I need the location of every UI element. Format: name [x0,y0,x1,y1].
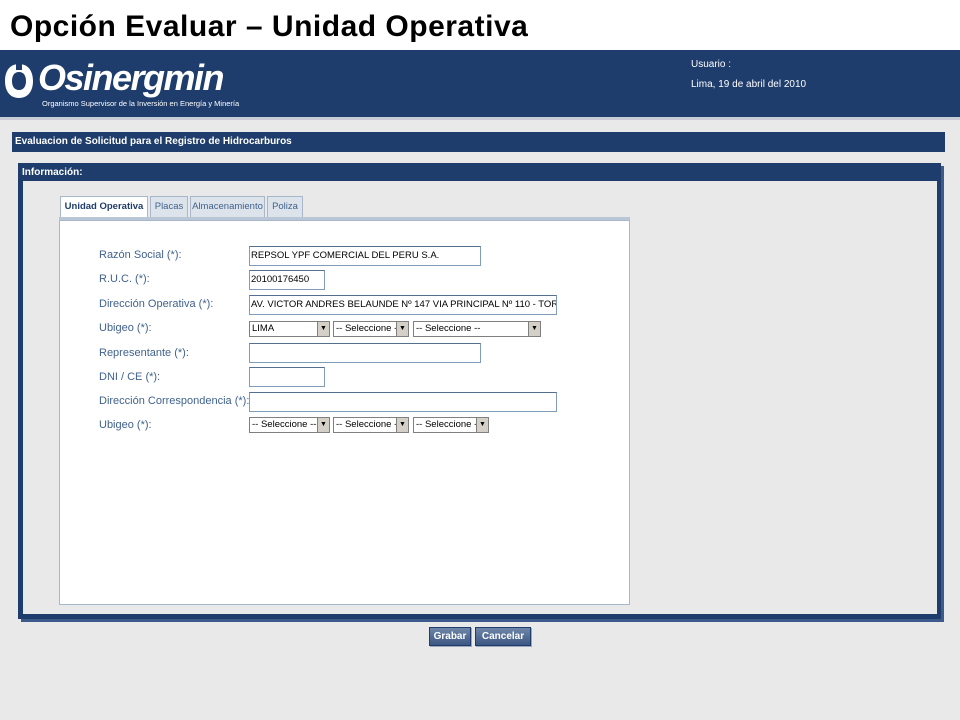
razon-social-label: Razón Social (*): [99,249,182,261]
select-value: -- Seleccione -- [336,323,401,334]
chevron-down-icon[interactable]: ▼ [528,322,540,336]
osinergmin-logo[interactable]: Osinergmin Organismo Supervisor de la In… [2,58,242,112]
logo-mark-icon [5,60,33,98]
representante-input[interactable] [249,343,481,363]
current-date: Lima, 19 de abril del 2010 [691,79,807,90]
ubigeo-2-distrito-select[interactable]: -- Seleccione -- ▼ [413,417,489,433]
chevron-down-icon[interactable]: ▼ [317,322,329,336]
logo-wordmark: Osinergmin [38,57,225,98]
ubigeo-label: Ubigeo (*): [99,322,152,334]
chevron-down-icon[interactable]: ▼ [317,418,329,432]
ubigeo-departamento-select[interactable]: LIMA ▼ [249,321,330,337]
select-value: -- Seleccione -- [416,323,481,334]
select-value: LIMA [252,323,275,334]
panel-title: Información: [22,167,83,178]
panel-body: Unidad Operativa Placas Almacenamiento P… [23,181,937,614]
tab-poliza[interactable]: Poliza [267,196,303,218]
ruc-input[interactable]: 20100176450 [249,270,325,290]
tab-unidad-operativa[interactable]: Unidad Operativa [60,196,148,219]
site-header: Osinergmin Organismo Supervisor de la In… [0,50,960,120]
tab-almacenamiento[interactable]: Almacenamiento [190,196,265,218]
dni-label: DNI / CE (*): [99,371,161,383]
representante-label: Representante (*): [99,347,189,359]
ruc-label: R.U.C. (*): [99,273,150,285]
dni-input[interactable] [249,367,325,387]
razon-social-input[interactable]: REPSOL YPF COMERCIAL DEL PERU S.A. [249,246,481,266]
chevron-down-icon[interactable]: ▼ [476,418,488,432]
select-value: -- Seleccione -- [416,419,481,430]
save-button[interactable]: Grabar [429,627,471,646]
direccion-correspondencia-label: Dirección Correspondencia (*): [99,395,250,407]
ubigeo-provincia-select[interactable]: -- Seleccione -- ▼ [333,321,409,337]
direccion-operativa-label: Dirección Operativa (*): [99,298,214,310]
user-info: Usuario : Lima, 19 de abril del 2010 [691,55,806,95]
unidad-operativa-form: Razón Social (*): REPSOL YPF COMERCIAL D… [59,220,630,605]
information-panel: Información: Unidad Operativa Placas Alm… [18,163,941,619]
select-value: -- Seleccione -- [336,419,401,430]
ubigeo-distrito-select[interactable]: -- Seleccione -- ▼ [413,321,541,337]
ubigeo-2-departamento-select[interactable]: -- Seleccione -- ▼ [249,417,330,433]
logo-tagline: Organismo Supervisor de la Inversión en … [42,99,240,108]
direccion-operativa-input[interactable]: AV. VICTOR ANDRES BELAUNDE Nº 147 VIA PR… [249,295,557,315]
chevron-down-icon[interactable]: ▼ [396,418,408,432]
select-value: -- Seleccione -- [252,419,317,430]
ubigeo-2-provincia-select[interactable]: -- Seleccione -- ▼ [333,417,409,433]
chevron-down-icon[interactable]: ▼ [396,322,408,336]
app-window: Osinergmin Organismo Supervisor de la In… [0,50,960,720]
user-label: Usuario : [691,59,732,70]
section-title-bar: Evaluacion de Solicitud para el Registro… [12,132,945,152]
direccion-correspondencia-input[interactable] [249,392,557,412]
cancel-button[interactable]: Cancelar [475,627,531,646]
slide-title: Opción Evaluar – Unidad Operativa [10,10,529,43]
tab-placas[interactable]: Placas [150,196,188,218]
ubigeo-correspondencia-label: Ubigeo (*): [99,419,152,431]
